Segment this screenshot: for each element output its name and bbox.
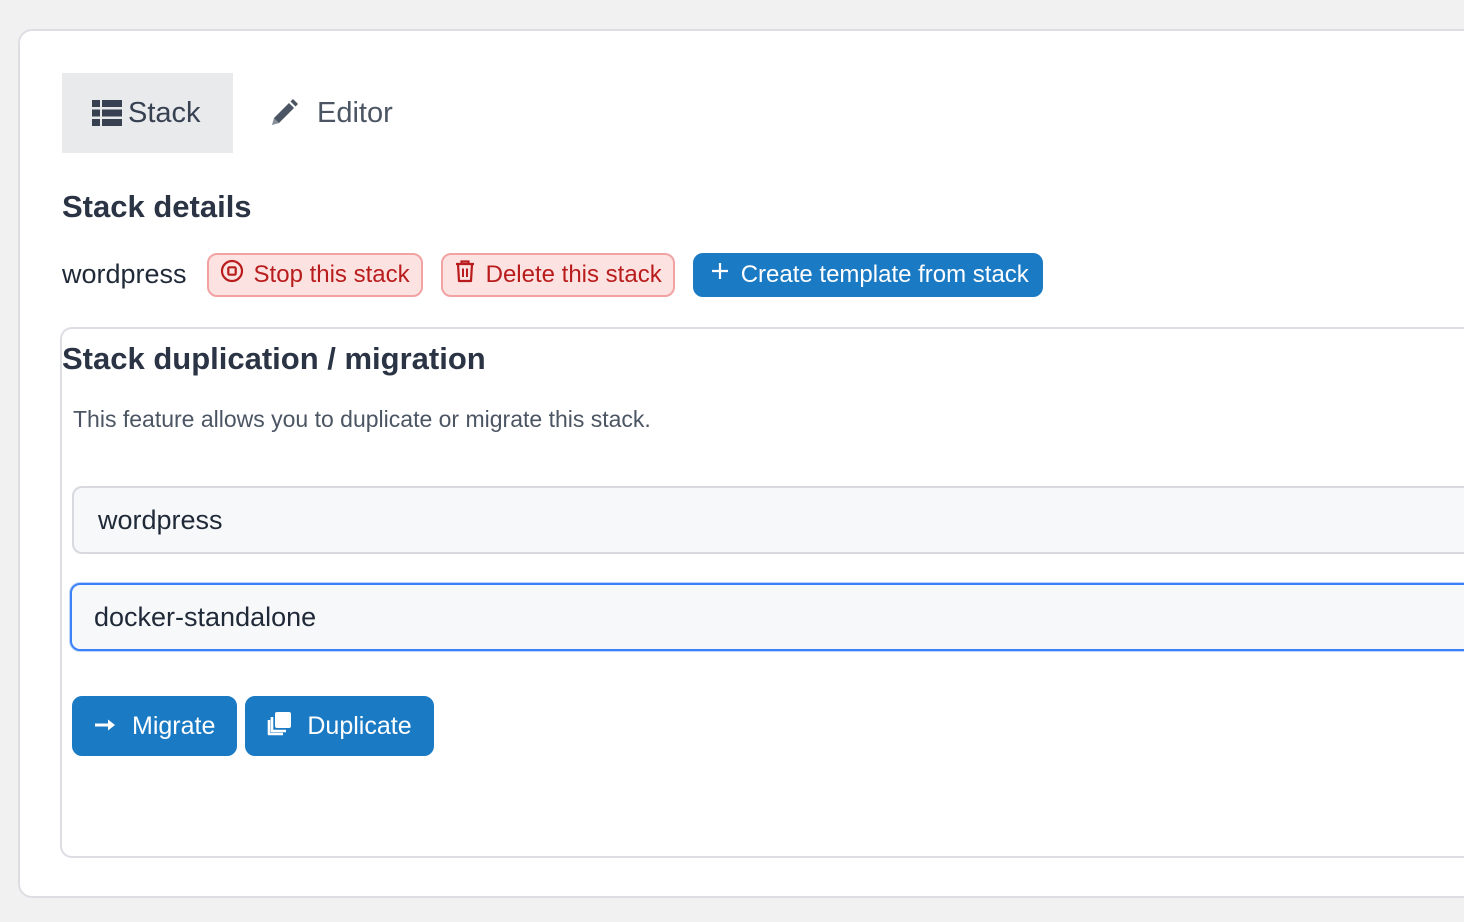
- environment-select[interactable]: docker-standalone: [70, 583, 1464, 651]
- stop-icon: [220, 259, 244, 290]
- tab-bar: Stack Editor: [62, 73, 393, 153]
- create-template-label: Create template from stack: [740, 260, 1029, 288]
- plus-icon: [709, 260, 731, 289]
- stack-card: Stack Editor Stack details wordpress Sto…: [18, 29, 1464, 898]
- delete-stack-button[interactable]: Delete this stack: [440, 252, 675, 297]
- list-icon: [92, 100, 122, 126]
- environment-select-value: docker-standalone: [94, 601, 317, 632]
- stack-name-input[interactable]: wordpress: [72, 486, 1464, 554]
- arrow-right-icon: [94, 712, 118, 741]
- copy-icon: [267, 710, 293, 743]
- delete-stack-label: Delete this stack: [485, 260, 662, 288]
- pencil-icon: [269, 98, 299, 128]
- tab-stack-label: Stack: [128, 96, 201, 129]
- stack-name: wordpress: [62, 259, 187, 289]
- create-template-button[interactable]: Create template from stack: [692, 252, 1043, 297]
- stop-stack-label: Stop this stack: [253, 260, 410, 288]
- migrate-button[interactable]: Migrate: [72, 696, 238, 756]
- migration-actions: Migrate Duplicate: [72, 696, 434, 756]
- migration-title: Stack duplication / migration: [62, 341, 486, 376]
- migration-panel: Stack duplication / migration This featu…: [60, 327, 1464, 858]
- duplicate-button[interactable]: Duplicate: [245, 696, 434, 756]
- stack-actions-row: wordpress Stop this stack Delete this st…: [62, 252, 1043, 297]
- stop-stack-button[interactable]: Stop this stack: [206, 252, 423, 297]
- stack-details-title: Stack details: [62, 189, 252, 224]
- migrate-label: Migrate: [132, 711, 216, 740]
- trash-icon: [454, 259, 476, 290]
- tab-editor-label: Editor: [317, 96, 393, 129]
- migration-description: This feature allows you to duplicate or …: [73, 406, 651, 432]
- tab-editor[interactable]: Editor: [233, 73, 393, 153]
- tab-stack[interactable]: Stack: [62, 73, 233, 153]
- duplicate-label: Duplicate: [307, 711, 412, 740]
- stack-name-input-value: wordpress: [98, 504, 223, 535]
